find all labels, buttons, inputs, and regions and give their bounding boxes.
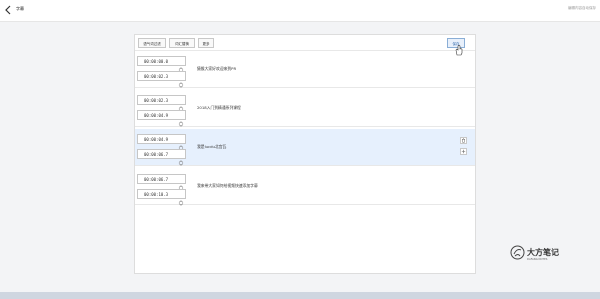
subtitle-segment-2[interactable]: 00:00:02.3 00:00:04.9 2018入门到精通系列课程 [135,90,475,127]
subtitle-text[interactable]: 我来带大家如何给视频快速添加字幕 [197,183,258,189]
delete-icon[interactable] [460,137,467,144]
spinner-icon[interactable] [178,176,184,191]
start-time-input[interactable]: 00:00:06.7 [137,174,186,191]
spinner-icon[interactable] [178,112,184,127]
end-time-input[interactable]: 00:00:02.3 [137,71,186,88]
subtitle-text[interactable]: 2018入门到精通系列课程 [197,105,241,111]
end-time-input[interactable]: 00:00:10.3 [137,189,186,206]
subtitle-segment-1[interactable]: 00:00:00.0 00:00:02.3 猿猴大家好欢迎来到PR [135,51,475,88]
spinner-icon[interactable] [178,73,184,88]
logo-mark-icon [510,245,525,260]
filter-filler-words-button[interactable]: 语气词过滤 [138,38,166,48]
subtitle-editor-panel: 语气词过滤 词汇替换 更多 保存 00:00:00.0 00:00:02.3 猿… [134,34,476,274]
end-time-input[interactable]: 00:00:06.7 [137,149,186,166]
back-icon[interactable] [4,4,14,16]
logo-title: 大方笔记 [527,248,559,257]
word-replace-button[interactable]: 词汇替换 [169,38,195,48]
start-time-input[interactable]: 00:00:04.9 [137,134,186,151]
end-time-input[interactable]: 00:00:04.9 [137,110,186,127]
taskbar [0,292,600,299]
spinner-icon[interactable] [178,191,184,206]
subtitle-segment-3[interactable]: 00:00:04.9 00:00:06.7 我是lucdu北宫瓦 [135,129,475,166]
start-time-input[interactable]: 00:00:02.3 [137,95,186,112]
spinner-icon[interactable] [178,97,184,112]
editor-toolbar: 语气词过滤 词汇替换 更多 保存 [135,35,475,56]
top-bar: 字幕 编辑内容自动保存 [0,0,600,22]
autosave-hint: 编辑内容自动保存 [568,6,596,10]
spinner-icon[interactable] [178,151,184,166]
more-button[interactable]: 更多 [198,38,214,48]
page-title: 字幕 [16,6,24,11]
subtitle-segment-4[interactable]: 00:00:06.7 00:00:10.3 我来带大家如何给视频快速添加字幕 [135,168,475,206]
spinner-icon[interactable] [178,58,184,73]
subtitle-text[interactable]: 我是lucdu北宫瓦 [197,144,226,150]
logo-subtitle: DAFANG NOTES [527,258,548,261]
subtitle-text[interactable]: 猿猴大家好欢迎来到PR [197,66,236,72]
spinner-icon[interactable] [178,136,184,151]
dafang-notes-logo: 大方笔记 DAFANG NOTES [510,244,570,268]
add-icon[interactable] [460,148,467,155]
start-time-input[interactable]: 00:00:00.0 [137,56,186,73]
